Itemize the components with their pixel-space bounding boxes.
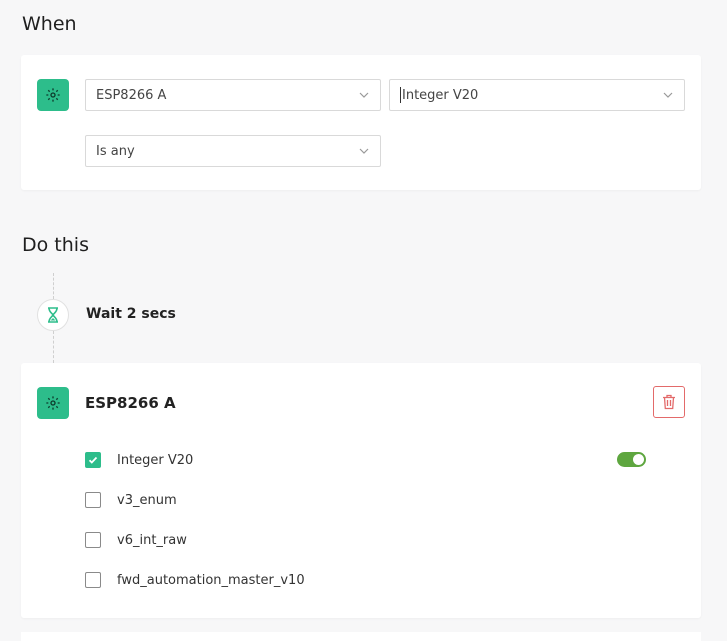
option-label: fwd_automation_master_v10 [117,572,305,588]
option-row: v6_int_raw [85,530,187,550]
when-section-title: When [22,13,77,35]
option-row: v3_enum [85,490,177,510]
hourglass-icon [48,307,58,323]
device-action-card: ESP8266 A Integer V20 v3_enum v6_int_raw… [21,363,701,618]
chevron-down-icon [359,92,369,98]
next-card-edge [21,632,701,641]
datastream-select[interactable]: Integer V20 [389,79,685,111]
action-device-title: ESP8266 A [85,394,176,412]
option-label: v3_enum [117,492,177,508]
action-device-settings-button[interactable] [37,387,69,419]
trash-icon [663,394,675,410]
option-value-toggle[interactable] [617,452,646,467]
option-row: Integer V20 [85,450,193,470]
chevron-down-icon [663,92,673,98]
option-checkbox[interactable] [85,532,101,548]
trigger-device-settings-button[interactable] [37,79,69,111]
delete-action-button[interactable] [653,386,685,418]
option-checkbox[interactable] [85,572,101,588]
condition-select[interactable]: Is any [85,135,381,167]
check-icon [88,456,98,464]
timeline-connector-top [53,273,54,299]
option-label: Integer V20 [117,452,194,468]
do-this-section-title: Do this [22,234,89,256]
condition-select-value: Is any [96,143,135,159]
text-caret [400,87,401,103]
chevron-down-icon [359,148,369,154]
gear-icon [46,396,60,410]
trigger-card: ESP8266 A Integer V20 Is any [21,55,701,190]
option-checkbox[interactable] [85,492,101,508]
toggle-knob [633,454,644,465]
datastream-select-value: Integer V20 [402,87,479,103]
device-select[interactable]: ESP8266 A [85,79,381,111]
wait-step-label[interactable]: Wait 2 secs [86,306,176,322]
option-row: fwd_automation_master_v10 [85,570,305,590]
wait-step-icon [37,299,69,331]
timeline-connector-bottom [53,331,54,363]
device-select-value: ESP8266 A [96,87,167,103]
option-label: v6_int_raw [117,532,187,548]
option-checkbox[interactable] [85,452,101,468]
gear-icon [46,88,60,102]
